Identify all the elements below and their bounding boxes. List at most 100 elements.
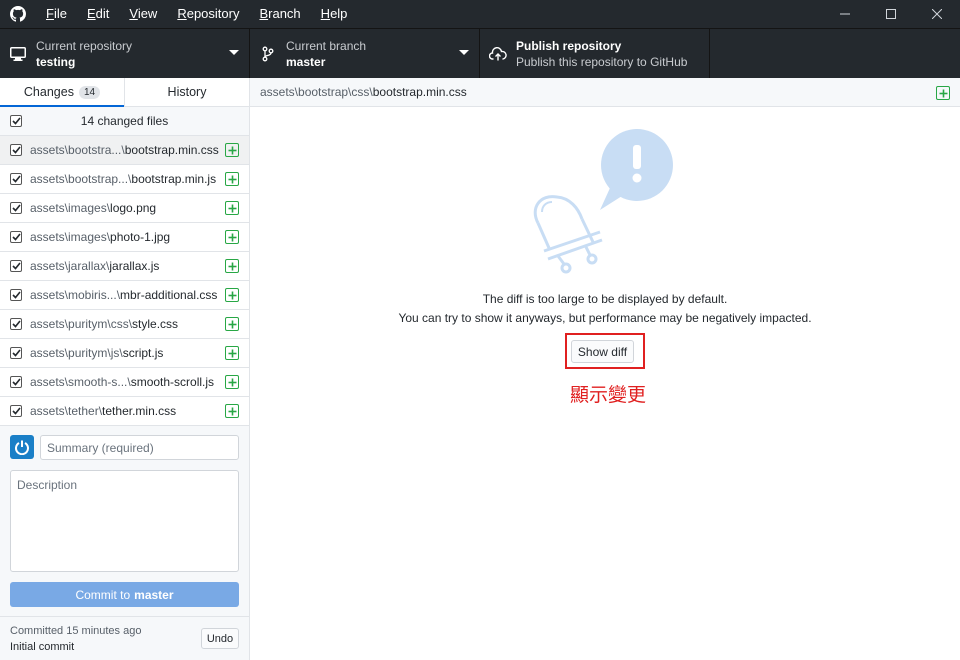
github-logo-icon [0,0,36,28]
file-row[interactable]: assets\puritym\js\script.js [0,339,249,368]
file-path: assets\mobiris...\mbr-additional.css [30,288,217,302]
diff-performance-warning: You can try to show it anyways, but perf… [398,311,812,325]
file-path: assets\puritym\js\script.js [30,346,163,360]
file-path: assets\images\logo.png [30,201,156,215]
caret-down-icon [229,50,239,55]
publish-repository-button[interactable]: Publish repository Publish this reposito… [480,29,710,78]
sidebar: Changes 14 History 14 changed files asse… [0,78,250,660]
current-repository-dropdown[interactable]: Current repository testing [0,29,250,78]
file-added-icon [225,201,239,215]
minimize-icon[interactable] [822,0,868,28]
branch-label: Current branch [286,38,367,53]
file-path: assets\bootstra...\bootstrap.min.css [30,143,219,157]
file-row[interactable]: assets\bootstra...\bootstrap.min.css [0,136,249,165]
file-name: jarallax.js [109,259,160,273]
file-added-icon [225,375,239,389]
select-all-checkbox[interactable] [10,115,22,127]
tab-changes[interactable]: Changes 14 [0,78,125,107]
commit-button[interactable]: Commit to master [10,582,239,607]
file-row[interactable]: assets\jarallax\jarallax.js [0,252,249,281]
tab-history-label: History [167,85,207,99]
branch-name: master [286,54,326,69]
changed-files-header: 14 changed files [0,107,249,136]
menu-repository[interactable]: Repository [167,0,249,28]
file-row[interactable]: assets\images\photo-1.jpg [0,223,249,252]
desktop-icon [0,46,36,61]
summary-input[interactable] [40,435,239,460]
file-path-dir: assets\bootstrap\css\ [260,85,373,99]
file-checkbox[interactable] [10,173,22,185]
file-checkbox[interactable] [10,144,22,156]
file-checkbox[interactable] [10,289,22,301]
file-row[interactable]: assets\mobiris...\mbr-additional.css [0,281,249,310]
file-row[interactable]: assets\tether\tether.min.css [0,397,249,426]
file-name: photo-1.jpg [110,230,171,244]
undo-button[interactable]: Undo [201,628,239,649]
close-icon[interactable] [914,0,960,28]
publish-title: Publish repository [516,38,622,53]
annotation-highlight-box [565,333,645,369]
file-dir: assets\images\ [30,230,111,244]
file-added-icon [225,259,239,273]
file-row[interactable]: assets\smooth-s...\smooth-scroll.js [0,368,249,397]
window-controls [822,0,960,28]
file-path: assets\images\photo-1.jpg [30,230,170,244]
large-diff-illustration-icon [533,129,673,274]
file-checkbox[interactable] [10,347,22,359]
file-checkbox[interactable] [10,202,22,214]
diff-too-large-message: The diff is too large to be displayed by… [482,292,728,306]
file-added-icon [225,230,239,244]
tab-history[interactable]: History [125,78,249,106]
file-checkbox[interactable] [10,260,22,272]
file-path: assets\tether\tether.min.css [30,404,176,418]
diff-panel: assets\bootstrap\css\ bootstrap.min.css T… [250,78,960,660]
file-dir: assets\puritym\css\ [30,317,133,331]
commit-button-branch: master [134,587,174,602]
file-name: script.js [122,346,164,360]
file-added-icon [936,86,950,100]
file-dir: assets\puritym\js\ [30,346,123,360]
tab-changes-label: Changes [23,85,74,99]
file-name: mbr-additional.css [120,288,218,302]
title-bar: File Edit View Repository Branch Help [0,0,960,28]
file-path: assets\smooth-s...\smooth-scroll.js [30,375,214,389]
avatar [10,435,34,459]
file-checkbox[interactable] [10,318,22,330]
file-name: style.css [132,317,179,331]
toolbar: Current repository testing Current branc… [0,28,960,78]
file-row[interactable]: assets\images\logo.png [0,194,249,223]
file-checkbox[interactable] [10,405,22,417]
menu-branch[interactable]: Branch [249,0,310,28]
file-added-icon [225,317,239,331]
sidebar-tabs: Changes 14 History [0,78,249,107]
file-name: smooth-scroll.js [130,375,215,389]
file-added-icon [225,172,239,186]
caret-down-icon [459,50,469,55]
menu-file[interactable]: File [36,0,77,28]
file-name: bootstrap.min.css [124,143,219,157]
file-path-bar: assets\bootstrap\css\ bootstrap.min.css [250,78,960,107]
menu-edit[interactable]: Edit [77,0,119,28]
file-checkbox[interactable] [10,376,22,388]
file-added-icon [225,288,239,302]
last-commit-time: Committed 15 minutes ago [10,625,142,637]
last-commit-message: Initial commit [10,641,75,653]
file-list: assets\bootstra...\bootstrap.min.css asse… [0,136,249,426]
file-name: tether.min.css [102,404,177,418]
file-added-icon [225,143,239,157]
file-checkbox[interactable] [10,231,22,243]
file-row[interactable]: assets\bootstrap...\bootstrap.min.js [0,165,249,194]
file-name: bootstrap.min.js [131,172,217,186]
file-path: assets\jarallax\jarallax.js [30,259,159,273]
menu-view[interactable]: View [119,0,167,28]
cloud-upload-icon [480,46,516,61]
maximize-icon[interactable] [868,0,914,28]
file-row[interactable]: assets\puritym\css\style.css [0,310,249,339]
last-commit: Committed 15 minutes ago Initial commit … [0,616,249,660]
menu-help[interactable]: Help [311,0,358,28]
commit-button-prefix: Commit to [75,587,131,602]
current-branch-dropdown[interactable]: Current branch master [250,29,480,78]
description-input[interactable] [10,470,239,572]
commit-area: Commit to master Committed 15 minutes ag… [0,425,249,660]
repository-name: testing [36,54,76,69]
